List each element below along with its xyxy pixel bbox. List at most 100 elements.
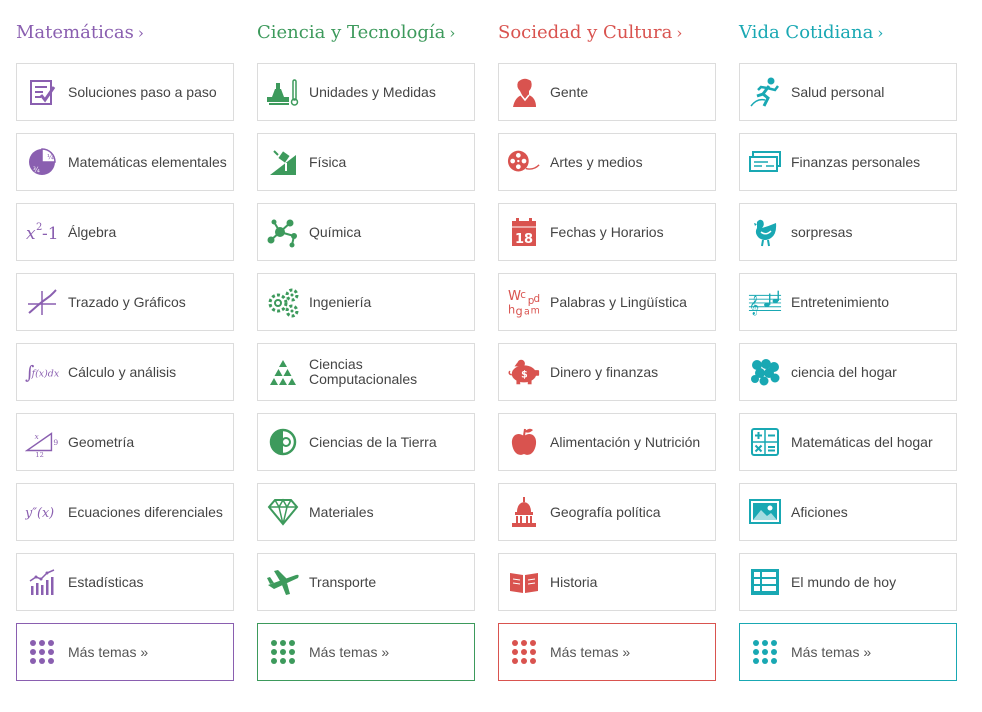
topic-card-fechas[interactable]: 18 Fechas y Horarios [498,203,716,261]
topic-label: Dinero y finanzas [550,363,659,380]
topic-card-elementales[interactable]: ¼¾ Matemáticas elementales [16,133,234,191]
topic-card-geografia[interactable]: Geografía política [498,483,716,541]
dots-grid-icon [748,635,782,669]
topic-label: Transporte [309,573,377,590]
calendar-icon: 18 [507,215,541,249]
topic-card-soluciones[interactable]: Soluciones paso a paso [16,63,234,121]
topic-card-palabras[interactable]: Wcpdhgam Palabras y Lingüística [498,273,716,331]
column-title-society[interactable]: Sociedad y Cultura › [498,22,682,43]
dots-grid-icon [266,635,300,669]
diamond-icon [266,495,300,529]
topic-card-sorpresas[interactable]: sorpresas [739,203,957,261]
more-topics-button[interactable]: Más temas » [16,623,234,681]
chevron-right-icon: › [676,24,683,42]
topic-card-calculo[interactable]: ∫ f(x)dx Cálculo y análisis [16,343,234,401]
topic-label: Salud personal [791,83,885,100]
column-title-science[interactable]: Ciencia y Tecnología › [257,22,455,43]
topic-card-ciencia-hogar[interactable]: ciencia del hogar [739,343,957,401]
column-title-math[interactable]: Matemáticas › [16,22,144,43]
stats-chart-icon [25,565,59,599]
topic-card-fisica[interactable]: Física [257,133,475,191]
topic-card-alimentacion[interactable]: Alimentación y Nutrición [498,413,716,471]
svg-text:$: $ [521,370,528,381]
letters-icon: Wcpdhgam [507,285,541,319]
open-book-icon [507,565,541,599]
topic-card-estadisticas[interactable]: Estadísticas [16,553,234,611]
dots-grid-icon [25,635,59,669]
column-title-everyday[interactable]: Vida Cotidiana › [739,22,883,43]
more-topics-button[interactable]: Más temas » [739,623,957,681]
runner-icon [748,75,782,109]
column-title-text[interactable]: Vida Cotidiana [739,22,873,43]
topic-card-artes[interactable]: Artes y medios [498,133,716,191]
topic-label: Química [309,223,362,240]
topic-label: Ciencias de la Tierra [309,433,437,450]
topic-card-algebra[interactable]: x 2 -1 Álgebra [16,203,234,261]
svg-text:x: x [34,432,39,441]
topic-card-quimica[interactable]: Química [257,203,475,261]
svg-text:d: d [533,293,540,305]
topic-card-materiales[interactable]: Materiales [257,483,475,541]
svg-text:h: h [508,302,515,316]
topic-label: Matemáticas elementales [68,153,227,170]
physics-ramp-icon [266,145,300,179]
svg-text:9: 9 [53,438,58,447]
grapes-icon [748,355,782,389]
svg-text:g: g [516,304,523,318]
topic-label: Aficiones [791,503,848,520]
more-topics-button[interactable]: Más temas » [498,623,716,681]
topic-card-finanzas-personales[interactable]: Finanzas personales [739,133,957,191]
graph-plot-icon [25,285,59,319]
chevron-right-icon: › [449,24,456,42]
calculator-icon [748,425,782,459]
svg-text:a: a [524,306,530,317]
topic-card-matematicas-hogar[interactable]: Matemáticas del hogar [739,413,957,471]
column-title-text[interactable]: Matemáticas [16,22,134,43]
topic-label: Finanzas personales [791,153,921,170]
topic-label: Física [309,153,347,170]
integral-icon: ∫ f(x)dx [25,355,59,389]
topic-label: Ecuaciones diferenciales [68,503,223,520]
topic-card-transporte[interactable]: Transporte [257,553,475,611]
topic-card-trazado[interactable]: Trazado y Gráficos [16,273,234,331]
topic-label: sorpresas [791,223,853,240]
topic-card-salud[interactable]: Salud personal [739,63,957,121]
column-title-text[interactable]: Ciencia y Tecnología [257,22,445,43]
topic-label: Geografía política [550,503,661,520]
topic-label: Entretenimiento [791,293,890,310]
checklist-icon [25,75,59,109]
topic-card-gente[interactable]: Gente [498,63,716,121]
topic-label: Fechas y Horarios [550,223,664,240]
topic-card-dinero[interactable]: $ Dinero y finanzas [498,343,716,401]
topic-card-aficiones[interactable]: Aficiones [739,483,957,541]
molecule-icon [266,215,300,249]
topic-card-tierra[interactable]: Ciencias de la Tierra [257,413,475,471]
stock-board-icon [748,565,782,599]
capitol-icon [507,495,541,529]
x-squared-minus-one-icon: x 2 -1 [25,215,59,249]
gears-icon [266,285,300,319]
svg-text:f(x)dx: f(x)dx [31,369,59,380]
topic-card-ecuaciones[interactable]: y″(x) Ecuaciones diferenciales [16,483,234,541]
svg-text:m: m [531,305,540,316]
topic-card-geometria[interactable]: x 12 9 Geometría [16,413,234,471]
svg-text:y″(x): y″(x) [25,506,54,521]
svg-text:¼: ¼ [47,153,54,161]
more-topics-button[interactable]: Más temas » [257,623,475,681]
earth-icon [266,425,300,459]
topic-label: Gente [550,83,589,100]
topic-label: Ciencias Computacionales [309,356,418,387]
svg-text:12: 12 [35,451,43,457]
topic-card-computacionales[interactable]: Ciencias Computacionales [257,343,475,401]
topic-card-entretenimiento[interactable]: 𝄞 Entretenimiento [739,273,957,331]
topic-label: Estadísticas [68,573,144,590]
topic-label: Ingeniería [309,293,372,310]
column-title-text[interactable]: Sociedad y Cultura [498,22,672,43]
topic-card-mundo-hoy[interactable]: El mundo de hoy [739,553,957,611]
topic-card-ingenieria[interactable]: Ingeniería [257,273,475,331]
airplane-icon [266,565,300,599]
check-stack-icon [748,145,782,179]
topic-card-unidades[interactable]: Unidades y Medidas [257,63,475,121]
topic-label: El mundo de hoy [791,573,897,590]
topic-card-historia[interactable]: Historia [498,553,716,611]
